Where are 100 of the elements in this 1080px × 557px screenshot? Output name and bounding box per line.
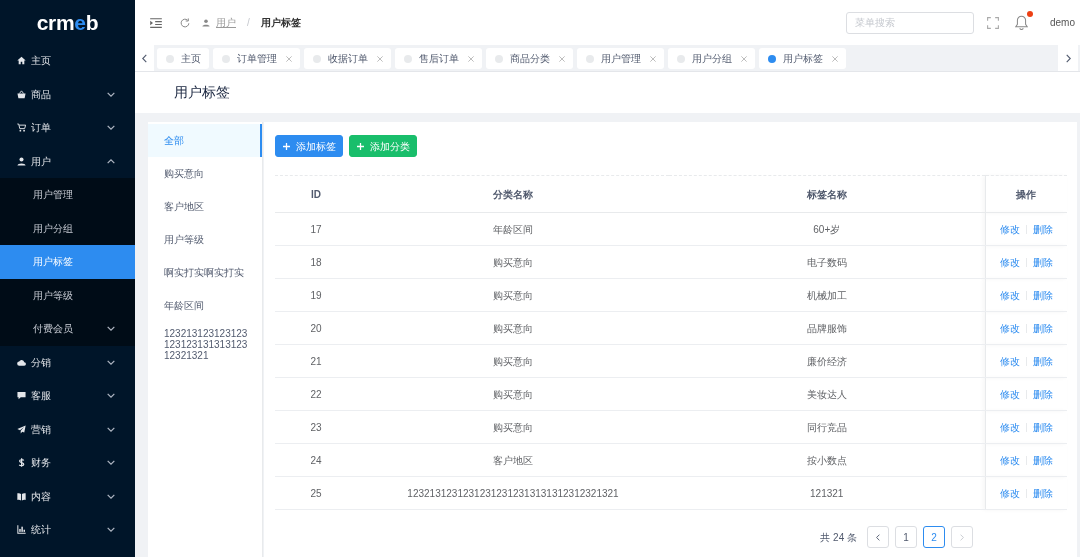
edit-link[interactable]: 修改 [999, 355, 1020, 367]
user-name[interactable]: demo [1050, 15, 1075, 30]
tab[interactable]: 主页 [157, 48, 209, 69]
breadcrumb-separator: / [247, 16, 250, 30]
category-item[interactable]: 啊实打实啊实打实 [148, 256, 262, 289]
dollar-icon [17, 458, 26, 468]
column-header: 标签名称 [669, 175, 985, 213]
category-item[interactable]: 12321312312312312312313131312312321321 [148, 322, 262, 367]
chevron-right-icon [960, 533, 964, 541]
table-cell: 购买意向 [357, 245, 669, 279]
table-cell: 购买意向 [357, 344, 669, 378]
fullscreen-icon[interactable] [987, 16, 999, 29]
logo: crmeb [36, 11, 99, 33]
tab[interactable]: 收据订单 [304, 48, 391, 69]
table-cell: 18 [275, 245, 357, 279]
plus-icon [356, 142, 364, 150]
close-icon[interactable] [377, 55, 383, 62]
column-header: 分类名称 [357, 175, 669, 213]
user-icon [202, 18, 210, 27]
chat-bubble-icon [17, 391, 26, 401]
scroll-left-button[interactable] [135, 45, 154, 71]
table-cell: 客户地区 [357, 443, 669, 477]
table-cell: 22 [275, 377, 357, 411]
page-button[interactable]: 2 [923, 526, 945, 548]
tab[interactable]: 用户标签 [759, 48, 846, 69]
table-cell: 年龄区间 [357, 212, 669, 246]
delete-link[interactable]: 删除 [1032, 421, 1053, 433]
table-cell: 电子数码 [669, 245, 985, 279]
table-cell: 21 [275, 344, 357, 378]
close-icon[interactable] [468, 55, 474, 62]
category-item[interactable]: 客户地区 [148, 190, 262, 223]
chevron-right-icon [1065, 53, 1071, 63]
table-cell: 12321312312312312312313131312312321321 [357, 476, 669, 510]
breadcrumb-current: 用户标签 [260, 16, 301, 30]
table-cell: 121321 [669, 476, 985, 510]
bell-icon[interactable] [1015, 15, 1028, 30]
tab[interactable]: 订单管理 [213, 48, 300, 69]
delete-link[interactable]: 删除 [1032, 454, 1053, 466]
tab[interactable]: 用户管理 [577, 48, 664, 69]
table-cell: 购买意向 [357, 278, 669, 312]
table-cell: 美妆达人 [669, 377, 985, 411]
table-cell: 按小数点 [669, 443, 985, 477]
chevron-left-icon [876, 533, 880, 541]
submenu-item[interactable]: 用户等级 [0, 278, 135, 312]
table-cell: 机械加工 [669, 278, 985, 312]
delete-link[interactable]: 删除 [1032, 322, 1053, 334]
column-header: ID [275, 175, 357, 213]
table-cell: 17 [275, 212, 357, 246]
cart-icon [17, 123, 26, 133]
column-header: 操作 [985, 175, 1067, 213]
edit-link[interactable]: 修改 [999, 256, 1020, 268]
category-item[interactable]: 购买意向 [148, 157, 262, 190]
previous-page-button[interactable] [867, 526, 889, 548]
table-cell: 购买意向 [357, 410, 669, 444]
delete-link[interactable]: 删除 [1032, 223, 1053, 235]
edit-link[interactable]: 修改 [999, 487, 1020, 499]
table-cell: 20 [275, 311, 357, 345]
table-cell: 品牌服饰 [669, 311, 985, 345]
category-item[interactable]: 用户等级 [148, 223, 262, 256]
table-cell: 购买意向 [357, 311, 669, 345]
submenu-item[interactable]: 用户管理 [0, 178, 135, 212]
table-cell: 购买意向 [357, 377, 669, 411]
edit-link[interactable]: 修改 [999, 322, 1020, 334]
close-icon[interactable] [286, 55, 292, 62]
dot-icon [768, 54, 776, 63]
refresh-icon[interactable] [180, 17, 190, 28]
close-icon[interactable] [650, 55, 656, 62]
close-icon[interactable] [832, 55, 838, 62]
menu-fold-icon[interactable] [150, 17, 162, 28]
table-cell: 23 [275, 410, 357, 444]
pagination-total: 共 24 条 [820, 530, 857, 545]
table-cell: 24 [275, 443, 357, 477]
table-cell: 同行竞品 [669, 410, 985, 444]
close-icon[interactable] [741, 55, 747, 62]
table-cell: 25 [275, 476, 357, 510]
delete-link[interactable]: 删除 [1032, 289, 1053, 301]
delete-link[interactable]: 删除 [1032, 487, 1053, 499]
table-cell: 廉价经济 [669, 344, 985, 378]
cloud-icon [17, 357, 26, 367]
close-icon[interactable] [559, 55, 565, 62]
page-button[interactable]: 1 [895, 526, 917, 548]
edit-link[interactable]: 修改 [999, 454, 1020, 466]
bar-chart-icon [17, 525, 26, 535]
table-cell: 19 [275, 278, 357, 312]
edit-link[interactable]: 修改 [999, 289, 1020, 301]
edit-link[interactable]: 修改 [999, 421, 1020, 433]
tab[interactable]: 商品分类 [486, 48, 573, 69]
table-cell: 60+岁 [669, 212, 985, 246]
submenu-item[interactable]: 付费会员 [0, 312, 135, 346]
tab[interactable]: 用户分组 [668, 48, 755, 69]
delete-link[interactable]: 删除 [1032, 256, 1053, 268]
scroll-right-button[interactable] [1058, 45, 1078, 71]
edit-link[interactable]: 修改 [999, 388, 1020, 400]
submenu-item[interactable]: 用户分组 [0, 211, 135, 245]
edit-link[interactable]: 修改 [999, 223, 1020, 235]
tab[interactable]: 售后订单 [395, 48, 482, 69]
delete-link[interactable]: 删除 [1032, 388, 1053, 400]
chevron-left-icon [142, 53, 147, 63]
category-item[interactable]: 年龄区间 [148, 289, 262, 322]
delete-link[interactable]: 删除 [1032, 355, 1053, 367]
